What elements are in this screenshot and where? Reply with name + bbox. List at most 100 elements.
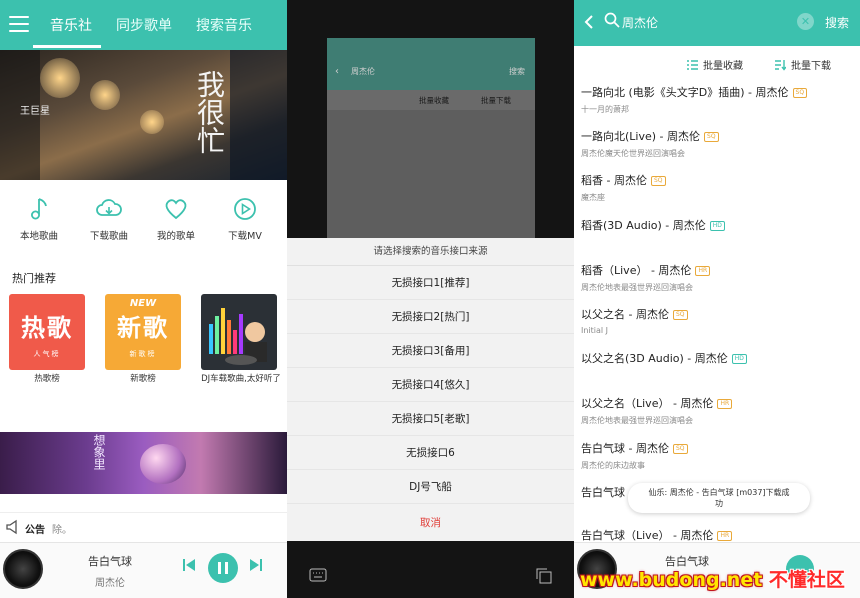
heart-icon — [165, 199, 187, 220]
toast-line-2: 功 — [715, 499, 723, 508]
quick-action-downloaded-songs[interactable]: 下载歌曲 — [79, 196, 139, 242]
copy-icon[interactable] — [535, 568, 553, 584]
dimmed-search-label: 搜索 — [509, 67, 525, 76]
result-title-text: 一路向北(Live) - 周杰伦 — [581, 130, 701, 143]
site-watermark: www.budong.net 不懂社区 — [580, 565, 845, 592]
dimmed-batch-collect: 批量收藏 — [419, 96, 449, 105]
tab-sync-playlist[interactable]: 同步歌单 — [116, 15, 172, 35]
album-cover[interactable] — [3, 549, 43, 589]
source-picker-screen: ‹ 周杰伦 搜索 批量收藏 批量下载 请选择搜索的音乐接口来源 无损接口1[推荐… — [287, 0, 574, 598]
result-row[interactable]: 以父之名（Live） - 周杰伦 HR 周杰伦地表最强世界巡回演唱会 — [581, 395, 856, 426]
tab-music-club[interactable]: 音乐社 — [50, 15, 92, 35]
batch-collect-label: 批量收藏 — [703, 61, 743, 72]
sheet-title: 请选择搜索的音乐接口来源 — [287, 238, 574, 266]
quality-badge: HD — [731, 354, 747, 364]
result-title: 以父之名 - 周杰伦 SQ — [581, 306, 856, 322]
megaphone-icon — [6, 519, 17, 535]
music-note-icon — [31, 198, 47, 220]
result-row[interactable]: 以父之名(3D Audio) - 周杰伦 HD — [581, 350, 856, 366]
quality-badge: HD — [709, 221, 725, 231]
system-nav-bar — [287, 560, 574, 598]
card-title: 热歌 — [21, 314, 73, 342]
result-title: 稻香(3D Audio) - 周杰伦 HD — [581, 217, 856, 233]
featured-banner[interactable]: 王巨星 我很忙 — [0, 50, 287, 180]
source-selection-sheet: 请选择搜索的音乐接口来源 无损接口1[推荐] 无损接口2[热门] 无损接口3[备… — [287, 238, 574, 541]
back-arrow-icon[interactable] — [583, 14, 595, 30]
tab-search-music[interactable]: 搜索音乐 — [196, 15, 252, 35]
result-row[interactable]: 告白气球 - 周杰伦 SQ 周杰伦的床边故事 — [581, 440, 856, 471]
result-title-text: 稻香(3D Audio) - 周杰伦 — [581, 219, 706, 232]
source-option-1[interactable]: 无损接口1[推荐] — [287, 267, 574, 300]
quick-action-my-playlists[interactable]: 我的歌单 — [146, 196, 206, 242]
hot-songs-card[interactable]: 热歌 人气榜 — [9, 294, 85, 370]
source-option-3[interactable]: 无损接口3[备用] — [287, 335, 574, 368]
notice-bar[interactable]: 公告 除。 — [0, 512, 287, 540]
cloud-download-icon — [96, 199, 122, 216]
result-album: 周杰伦魔天伦世界巡回演唱会 — [581, 149, 685, 158]
result-title-text: 一路向北 (电影《头文字D》插曲) - 周杰伦 — [581, 86, 789, 99]
result-row[interactable]: 稻香 - 周杰伦 SQ 魔杰座 — [581, 172, 856, 203]
search-bar: 周杰伦 ✕ 搜索 — [574, 0, 860, 46]
result-row[interactable]: 告白气球（Live） - 周杰伦 HR — [581, 527, 856, 543]
clear-search-icon[interactable]: ✕ — [797, 13, 814, 30]
now-playing-song: 告白气球 — [88, 555, 132, 568]
result-row[interactable]: 稻香（Live） - 周杰伦 HR 周杰伦地表最强世界巡回演唱会 — [581, 262, 856, 293]
result-title-text: 告白气球 - 周杰伦 — [581, 442, 669, 455]
list-download-icon — [775, 59, 786, 71]
quick-action-local-songs[interactable]: 本地歌曲 — [9, 196, 69, 242]
dj-songs-card[interactable] — [201, 294, 277, 370]
source-option-2[interactable]: 无损接口2[热门] — [287, 301, 574, 334]
result-row[interactable]: 稻香(3D Audio) - 周杰伦 HD — [581, 217, 856, 233]
previous-track-icon[interactable] — [182, 557, 196, 573]
pause-button[interactable] — [208, 553, 238, 583]
source-option-5[interactable]: 无损接口5[老歌] — [287, 403, 574, 436]
result-row[interactable]: 以父之名 - 周杰伦 SQ Initial J — [581, 306, 856, 335]
quick-action-download-mv[interactable]: 下载MV — [215, 196, 275, 242]
result-album: Initial J — [581, 326, 609, 335]
music-home-screen: 音乐社 同步歌单 搜索音乐 王巨星 我很忙 本地歌曲 下载歌曲 我的歌单 下载M… — [0, 0, 287, 598]
result-title: 一路向北 (电影《头文字D》插曲) - 周杰伦 SQ — [581, 84, 856, 100]
result-title: 告白气球（Live） - 周杰伦 HR — [581, 527, 856, 543]
quality-badge: HR — [717, 399, 733, 409]
now-playing-singer: 周杰伦 — [95, 578, 125, 589]
source-option-6[interactable]: 无损接口6 — [287, 437, 574, 470]
dj-equalizer-image — [209, 308, 267, 365]
batch-download-label: 批量下载 — [791, 61, 831, 72]
search-results-screen: 周杰伦 ✕ 搜索 批量收藏 批量下载 一路向北 (电影《头文字D》插曲) - 周… — [574, 0, 860, 598]
notice-label: 公告 — [25, 525, 45, 536]
new-songs-card[interactable]: NEW 新歌 新歌榜 — [105, 294, 181, 370]
source-option-4[interactable]: 无损接口4[悠久] — [287, 369, 574, 402]
hamburger-menu-icon[interactable] — [9, 16, 29, 33]
result-title: 以父之名（Live） - 周杰伦 HR — [581, 395, 856, 411]
keyboard-icon[interactable] — [309, 568, 327, 582]
result-title-text: 稻香 - 周杰伦 — [581, 174, 647, 187]
search-button[interactable]: 搜索 — [825, 14, 849, 31]
quality-badge: SQ — [672, 444, 688, 454]
hot-songs-caption: 热歌榜 — [34, 374, 60, 384]
mini-player[interactable]: 告白气球 周杰伦 — [0, 542, 287, 598]
quick-action-label: 下载MV — [228, 231, 262, 242]
new-songs-caption: 新歌榜 — [130, 374, 156, 384]
top-bar: 音乐社 同步歌单 搜索音乐 — [0, 0, 287, 50]
quick-action-label: 我的歌单 — [156, 231, 195, 242]
watermark-url: www.budong.net — [580, 569, 763, 591]
result-title: 以父之名(3D Audio) - 周杰伦 HD — [581, 350, 856, 366]
batch-collect-button[interactable]: 批量收藏 — [686, 57, 743, 72]
result-title: 稻香（Live） - 周杰伦 HR — [581, 262, 856, 278]
next-track-icon[interactable] — [249, 557, 263, 573]
dimmed-query: 周杰伦 — [351, 67, 375, 76]
back-arrow-icon: ‹ — [335, 66, 339, 77]
result-row[interactable]: 一路向北(Live) - 周杰伦 SQ 周杰伦魔天伦世界巡回演唱会 — [581, 128, 856, 159]
result-row[interactable]: 一路向北 (电影《头文字D》插曲) - 周杰伦 SQ 十一月的萧邦 — [581, 84, 856, 115]
result-title: 稻香 - 周杰伦 SQ — [581, 172, 856, 188]
quality-badge: HR — [695, 266, 711, 276]
promo-banner[interactable]: 想象里 — [0, 432, 287, 494]
result-title-text: 以父之名 - 周杰伦 — [581, 308, 669, 321]
batch-download-button[interactable]: 批量下载 — [774, 57, 831, 72]
source-option-dj[interactable]: DJ号飞船 — [287, 471, 574, 504]
result-title: 一路向北(Live) - 周杰伦 SQ — [581, 128, 856, 144]
cancel-button[interactable]: 取消 — [287, 507, 574, 540]
search-input[interactable]: 周杰伦 — [622, 14, 658, 31]
result-album: 周杰伦地表最强世界巡回演唱会 — [581, 416, 693, 425]
quality-badge: SQ — [672, 310, 688, 320]
